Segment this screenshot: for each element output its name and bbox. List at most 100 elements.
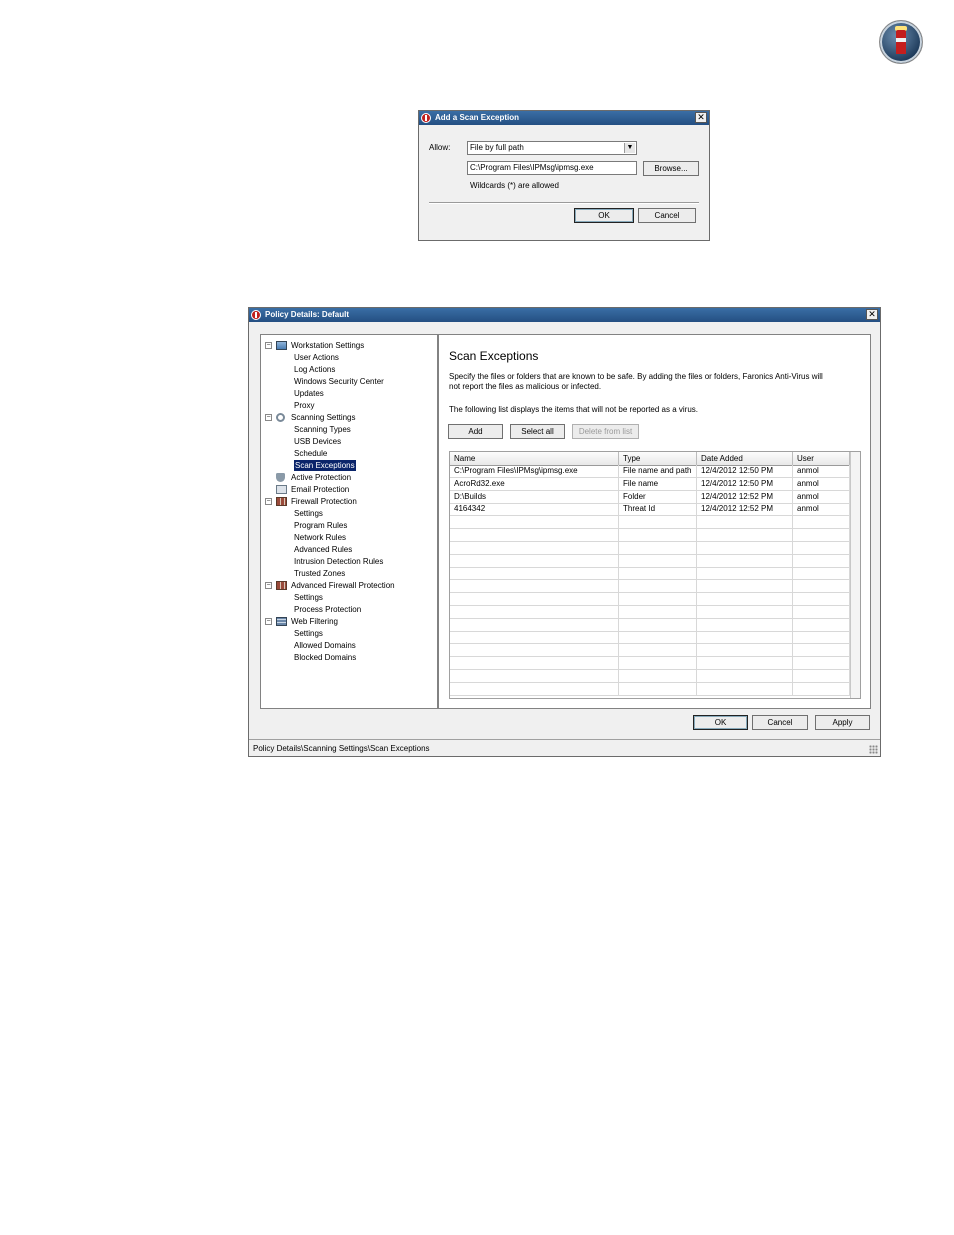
- delete-from-list-button[interactable]: Delete from list: [572, 424, 639, 439]
- table-row: [450, 516, 850, 530]
- tree-item[interactable]: Updates: [294, 388, 324, 399]
- tree-item[interactable]: Program Rules: [294, 520, 347, 531]
- table-row: [450, 529, 850, 542]
- path-input[interactable]: C:\Program Files\IPMsg\ipmsg.exe: [467, 161, 637, 175]
- table-cell: anmol: [793, 490, 850, 503]
- table-cell: [450, 529, 619, 541]
- table-cell: File name and path: [619, 465, 697, 477]
- tree-item[interactable]: Allowed Domains: [294, 640, 356, 651]
- select-all-button[interactable]: Select all: [510, 424, 565, 439]
- tree-item[interactable]: Proxy: [294, 400, 314, 411]
- tree-item[interactable]: Log Actions: [294, 364, 335, 375]
- tree-item[interactable]: Settings: [294, 628, 323, 639]
- column-header-name[interactable]: Name: [450, 452, 619, 465]
- table-cell: 12/4/2012 12:52 PM: [697, 490, 793, 503]
- tree-expander-icon[interactable]: −: [265, 582, 272, 589]
- table-row: [450, 631, 850, 645]
- table-cell: [619, 593, 697, 605]
- tree-expander-icon[interactable]: −: [265, 342, 272, 349]
- dialog-title: Policy Details: Default: [265, 310, 350, 319]
- tree-expander-icon[interactable]: −: [265, 498, 272, 505]
- tree-item[interactable]: Settings: [294, 592, 323, 603]
- tree-item[interactable]: Firewall Protection: [291, 496, 357, 507]
- ok-button[interactable]: OK: [693, 715, 748, 730]
- tree-item[interactable]: Web Filtering: [291, 616, 338, 627]
- table-cell: [619, 567, 697, 580]
- table-cell: AcroRd32.exe: [450, 477, 619, 490]
- table-row[interactable]: AcroRd32.exe File name 12/4/2012 12:50 PM a…: [450, 477, 850, 491]
- column-header-date-added[interactable]: Date Added: [697, 452, 793, 465]
- close-icon[interactable]: ✕: [695, 112, 707, 123]
- table-row: [450, 541, 850, 555]
- tree-item[interactable]: Workstation Settings: [291, 340, 364, 351]
- scan-icon: [276, 413, 285, 422]
- table-cell: [793, 516, 850, 529]
- allow-label: Allow:: [429, 143, 451, 152]
- resize-grip-icon[interactable]: [869, 745, 878, 754]
- table-row: [450, 554, 850, 568]
- table-cell: [450, 605, 619, 618]
- chevron-down-icon[interactable]: ▼: [624, 143, 635, 153]
- tree-item[interactable]: Intrusion Detection Rules: [294, 556, 383, 567]
- tree-item[interactable]: Process Protection: [294, 604, 361, 615]
- tree-item[interactable]: Email Protection: [291, 484, 349, 495]
- divider: [429, 202, 699, 204]
- tree-item[interactable]: USB Devices: [294, 436, 341, 447]
- table-cell: [619, 631, 697, 644]
- table-cell: [619, 516, 697, 529]
- dialog-title: Add a Scan Exception: [435, 113, 520, 122]
- column-header-type[interactable]: Type: [619, 452, 697, 465]
- apply-button[interactable]: Apply: [815, 715, 870, 730]
- table-cell: [793, 644, 850, 657]
- table-cell: [697, 567, 793, 580]
- table-cell: [450, 567, 619, 580]
- tree-item[interactable]: Active Protection: [291, 472, 351, 483]
- tree-item[interactable]: Schedule: [294, 448, 327, 459]
- table-row[interactable]: 4164342 Threat Id 12/4/2012 12:52 PM anmol: [450, 503, 850, 517]
- tree-item[interactable]: Scanning Settings: [291, 412, 356, 423]
- column-header-user[interactable]: User: [793, 452, 850, 465]
- table-cell: anmol: [793, 465, 850, 477]
- table-cell: [697, 631, 793, 644]
- table-row: [450, 644, 850, 658]
- firewall-icon: [276, 581, 287, 590]
- tree-item[interactable]: Settings: [294, 508, 323, 519]
- table-cell: [793, 580, 850, 593]
- workstation-icon: [276, 341, 287, 350]
- tree-item[interactable]: Advanced Firewall Protection: [291, 580, 395, 591]
- table-cell: [793, 618, 850, 631]
- table-cell: [793, 541, 850, 554]
- tree-item[interactable]: Advanced Rules: [294, 544, 352, 555]
- table-header: Name Type Date Added User: [450, 452, 850, 466]
- vertical-scrollbar[interactable]: [850, 452, 860, 698]
- table-cell: [450, 682, 619, 695]
- mail-icon: [276, 485, 287, 494]
- tree-item[interactable]: Windows Security Center: [294, 376, 384, 387]
- tree-expander-icon[interactable]: −: [265, 414, 272, 421]
- cancel-button[interactable]: Cancel: [752, 715, 808, 730]
- ok-button[interactable]: OK: [574, 208, 634, 223]
- table-row: [450, 605, 850, 619]
- tree-expander-icon[interactable]: −: [265, 618, 272, 625]
- table-cell: [697, 618, 793, 631]
- tree-item[interactable]: Network Rules: [294, 532, 346, 543]
- tree-item[interactable]: Blocked Domains: [294, 652, 356, 663]
- table-cell: [697, 669, 793, 682]
- tree-item[interactable]: Scan Exceptions: [294, 460, 356, 471]
- logo-band: [896, 38, 906, 42]
- browse-button[interactable]: Browse...: [643, 161, 699, 176]
- tree-item[interactable]: Scanning Types: [294, 424, 351, 435]
- allow-dropdown[interactable]: File by full path ▼: [467, 141, 637, 155]
- table-cell: [450, 593, 619, 605]
- table-cell: [793, 631, 850, 644]
- add-button[interactable]: Add: [448, 424, 503, 439]
- lighthouse-logo: [879, 20, 923, 64]
- description-text: Specify the files or folders that are kn…: [449, 372, 823, 391]
- tree-item[interactable]: User Actions: [294, 352, 339, 363]
- table-row[interactable]: C:\Program Files\IPMsg\ipmsg.exe File nam…: [450, 465, 850, 478]
- table-row[interactable]: D:\Builds Folder 12/4/2012 12:52 PM anmol: [450, 490, 850, 504]
- cancel-button[interactable]: Cancel: [638, 208, 696, 223]
- table-cell: [697, 605, 793, 618]
- tree-item[interactable]: Trusted Zones: [294, 568, 345, 579]
- close-icon[interactable]: ✕: [866, 309, 878, 320]
